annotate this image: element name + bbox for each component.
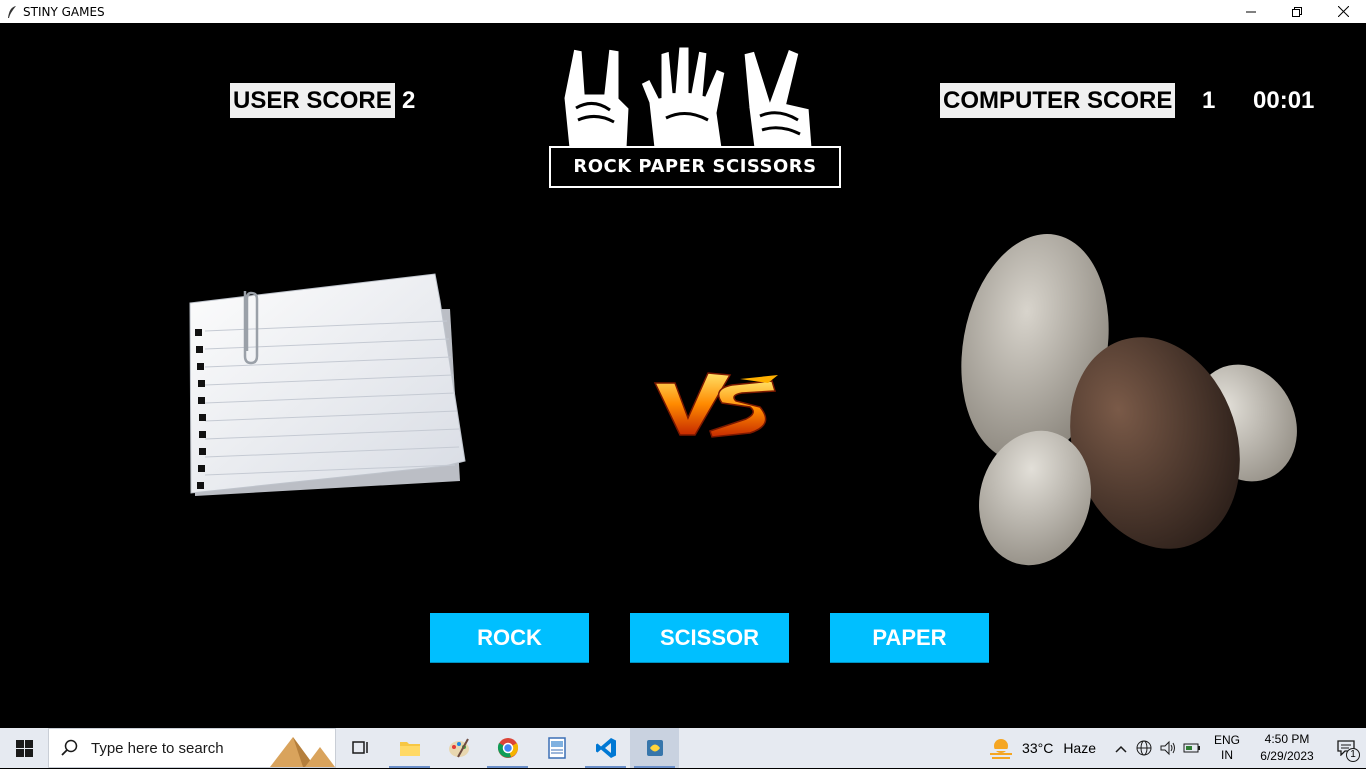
paint-button[interactable] bbox=[434, 728, 483, 768]
haze-icon bbox=[990, 739, 1013, 759]
clock-date: 6/29/2023 bbox=[1260, 749, 1314, 763]
search-placeholder: Type here to search bbox=[91, 739, 224, 757]
chrome-button[interactable] bbox=[483, 728, 532, 768]
game-logo: ROCK PAPER SCISSORS bbox=[548, 38, 843, 190]
computer-choice-rock bbox=[955, 233, 1300, 568]
minimize-button[interactable] bbox=[1228, 0, 1274, 23]
window-titlebar: STINY GAMES bbox=[0, 0, 1366, 23]
vscode-button[interactable] bbox=[581, 728, 630, 768]
weather-widget[interactable]: 33°C Haze bbox=[988, 737, 1096, 759]
document-icon bbox=[547, 737, 566, 759]
start-button[interactable] bbox=[0, 728, 48, 768]
vscode-icon bbox=[595, 738, 616, 758]
feather-icon bbox=[4, 4, 20, 20]
task-view-button[interactable] bbox=[336, 728, 385, 768]
chevron-up-icon[interactable] bbox=[1110, 741, 1132, 756]
weather-desc: Haze bbox=[1063, 740, 1096, 756]
python-button[interactable] bbox=[630, 728, 679, 768]
document-app-button[interactable] bbox=[532, 728, 581, 768]
region-code: IN bbox=[1221, 748, 1233, 762]
timer: 00:01 bbox=[1253, 87, 1315, 114]
speaker-icon[interactable] bbox=[1156, 740, 1180, 756]
restore-button[interactable] bbox=[1274, 0, 1320, 23]
window-controls bbox=[1228, 0, 1366, 23]
logo-text: ROCK PAPER SCISSORS bbox=[549, 146, 841, 188]
taskbar: Type here to search 33°C Haze ENG IN 4:5… bbox=[0, 728, 1366, 768]
scissor-button[interactable]: SCISSOR bbox=[630, 613, 789, 663]
pyramids-icon bbox=[270, 737, 335, 767]
weather-temp: 33°C bbox=[1022, 740, 1054, 756]
windows-icon bbox=[15, 739, 33, 757]
clock-time: 4:50 PM bbox=[1264, 732, 1310, 746]
computer-score-value: 1 bbox=[1202, 87, 1216, 114]
close-button[interactable] bbox=[1320, 0, 1366, 23]
system-tray: 33°C Haze ENG IN 4:50 PM 6/29/2023 1 bbox=[988, 728, 1366, 768]
window-title: STINY GAMES bbox=[23, 4, 105, 19]
close-icon bbox=[1337, 6, 1349, 17]
paper-icon bbox=[189, 273, 466, 496]
file-explorer-button[interactable] bbox=[385, 728, 434, 768]
clock[interactable]: 4:50 PM 6/29/2023 bbox=[1248, 731, 1326, 765]
network-icon[interactable] bbox=[1132, 740, 1156, 756]
python-icon bbox=[646, 740, 663, 756]
palette-icon bbox=[448, 738, 469, 758]
battery-icon[interactable] bbox=[1180, 741, 1204, 755]
language-indicator[interactable]: ENG IN bbox=[1210, 733, 1244, 763]
rock-icon bbox=[961, 234, 1297, 566]
notification-button[interactable]: 1 bbox=[1326, 740, 1366, 762]
user-score-label: USER SCORE bbox=[230, 83, 395, 118]
language-code: ENG bbox=[1213, 733, 1240, 747]
restore-icon bbox=[1292, 6, 1302, 17]
game-canvas: USER SCORE 2 COMPUTER SCORE 1 00:01 ROCK… bbox=[0, 23, 1366, 728]
rock-button[interactable]: ROCK bbox=[430, 613, 589, 663]
chrome-icon bbox=[497, 738, 518, 758]
hands-icon bbox=[561, 44, 815, 150]
search-icon bbox=[61, 739, 78, 756]
minimize-icon bbox=[1246, 11, 1256, 12]
computer-score-label: COMPUTER SCORE bbox=[940, 83, 1176, 118]
user-choice-paper bbox=[185, 271, 470, 503]
folder-icon bbox=[399, 742, 420, 756]
vs-emblem bbox=[650, 363, 780, 443]
user-score-value: 2 bbox=[402, 87, 416, 114]
taskbar-search[interactable]: Type here to search bbox=[48, 728, 336, 768]
paper-button[interactable]: PAPER bbox=[830, 613, 989, 663]
task-view-icon bbox=[351, 741, 368, 754]
notification-count: 1 bbox=[1346, 748, 1360, 762]
